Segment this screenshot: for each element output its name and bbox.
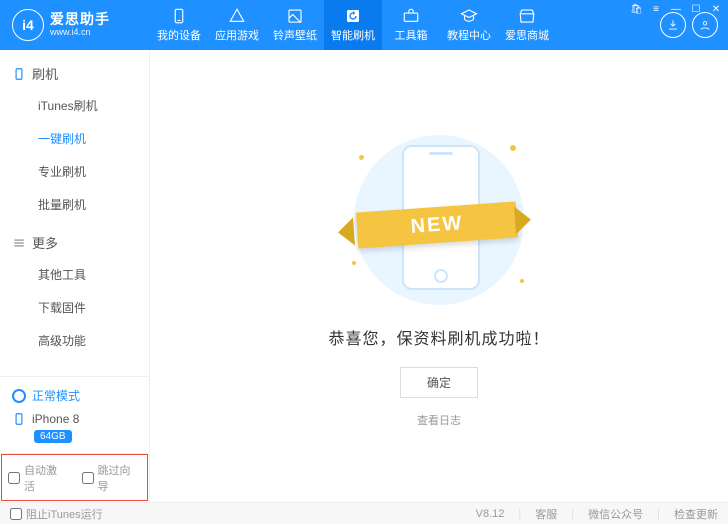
menu-icon[interactable]: ≡ (650, 4, 662, 15)
nav-flash[interactable]: 智能刷机 (324, 0, 382, 50)
minimize-icon[interactable]: — (670, 4, 682, 15)
nav-tabs: 我的设备 应用游戏 铃声壁纸 智能刷机 工具箱 教程中心 爱思商城 (150, 0, 556, 50)
footer-link-wechat[interactable]: 微信公众号 (588, 506, 643, 522)
footer-link-update[interactable]: 检查更新 (674, 506, 718, 522)
main-content: NEW 恭喜您，保资料刷机成功啦！ 确定 查看日志 (150, 50, 728, 502)
graduation-icon (460, 7, 478, 25)
download-button[interactable] (660, 12, 686, 38)
phone-icon (170, 7, 188, 25)
mode-indicator[interactable]: 正常模式 (0, 383, 149, 408)
store-icon (518, 7, 536, 25)
sidebar-item-itunes-flash[interactable]: iTunes刷机 (0, 89, 149, 122)
brand-url: www.i4.cn (50, 28, 110, 38)
sidebar-section-more[interactable]: 更多 (0, 227, 149, 258)
phone-outline-icon (12, 67, 26, 81)
footer-link-support[interactable]: 客服 (535, 506, 557, 522)
sidebar-item-pro-flash[interactable]: 专业刷机 (0, 155, 149, 188)
flash-options-row: 自动激活 跳过向导 (0, 453, 149, 502)
sidebar-item-download-firmware[interactable]: 下载固件 (0, 291, 149, 324)
user-button[interactable] (692, 12, 718, 38)
sidebar-item-other-tools[interactable]: 其他工具 (0, 258, 149, 291)
title-bar: 🛍 ≡ — ☐ ✕ i4 爱思助手 www.i4.cn 我的设备 应用游戏 铃声… (0, 0, 728, 50)
apps-icon (228, 7, 246, 25)
window-controls: 🛍 ≡ — ☐ ✕ (630, 4, 722, 15)
logo: i4 爱思助手 www.i4.cn (0, 9, 150, 41)
success-illustration: NEW (334, 125, 544, 305)
version-label: V8.12 (476, 508, 505, 520)
menu-lines-icon (12, 236, 26, 250)
block-itunes-checkbox[interactable]: 阻止iTunes运行 (10, 506, 103, 522)
auto-activate-checkbox[interactable]: 自动激活 (8, 462, 68, 494)
mode-icon (12, 389, 26, 403)
sidebar-item-one-click-flash[interactable]: 一键刷机 (0, 122, 149, 155)
toolbox-icon (402, 7, 420, 25)
nav-store[interactable]: 爱思商城 (498, 0, 556, 50)
logo-icon: i4 (12, 9, 44, 41)
nav-my-device[interactable]: 我的设备 (150, 0, 208, 50)
sidebar: 刷机 iTunes刷机 一键刷机 专业刷机 批量刷机 更多 其他工具 下载固件 … (0, 50, 150, 502)
skip-guide-checkbox[interactable]: 跳过向导 (82, 462, 142, 494)
storage-badge: 64GB (34, 430, 72, 443)
sidebar-item-advanced[interactable]: 高级功能 (0, 324, 149, 357)
close-icon[interactable]: ✕ (710, 4, 722, 15)
maximize-icon[interactable]: ☐ (690, 4, 702, 15)
sidebar-section-flash[interactable]: 刷机 (0, 58, 149, 89)
nav-tutorials[interactable]: 教程中心 (440, 0, 498, 50)
confirm-button[interactable]: 确定 (400, 367, 478, 398)
nav-apps[interactable]: 应用游戏 (208, 0, 266, 50)
image-icon (286, 7, 304, 25)
device-phone-icon (12, 412, 26, 426)
cart-icon[interactable]: 🛍 (630, 4, 642, 15)
view-log-link[interactable]: 查看日志 (417, 412, 461, 428)
brand-name: 爱思助手 (50, 12, 110, 27)
status-bar: 阻止iTunes运行 V8.12 | 客服 | 微信公众号 | 检查更新 (0, 502, 728, 524)
nav-ringtones[interactable]: 铃声壁纸 (266, 0, 324, 50)
connected-device[interactable]: iPhone 8 (0, 408, 149, 430)
sidebar-item-batch-flash[interactable]: 批量刷机 (0, 188, 149, 221)
nav-toolbox[interactable]: 工具箱 (382, 0, 440, 50)
refresh-icon (344, 7, 362, 25)
ribbon-label: NEW (355, 201, 517, 248)
success-message: 恭喜您，保资料刷机成功啦！ (328, 325, 549, 349)
